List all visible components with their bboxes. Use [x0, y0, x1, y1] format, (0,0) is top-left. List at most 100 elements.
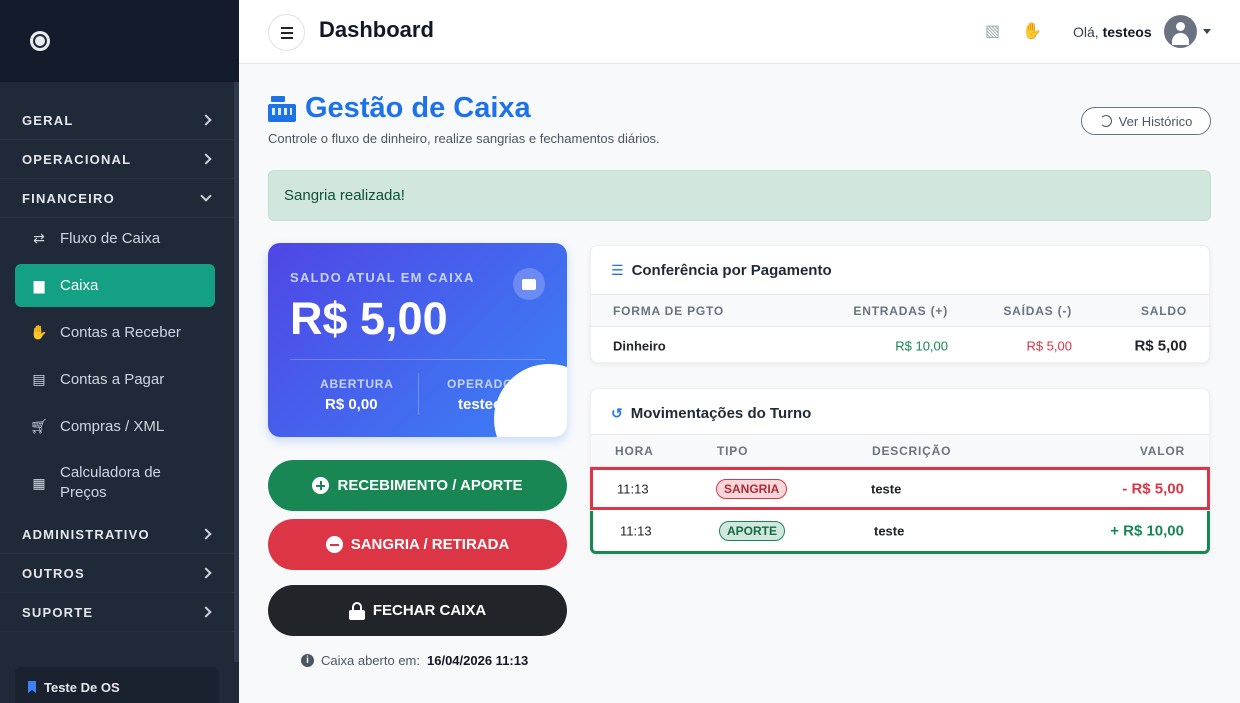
- table-row: 11:13 APORTE teste + R$ 10,00: [590, 511, 1210, 554]
- chevron-right-icon: [200, 528, 212, 540]
- table-header: HORA TIPO DESCRIÇÃO VALOR: [591, 434, 1209, 467]
- company-name: Teste De OS: [44, 679, 120, 695]
- payment-check-card: ☰ Conferência por Pagamento FORMA DE PGT…: [590, 245, 1210, 363]
- chevron-right-icon: [200, 153, 212, 165]
- hand-money-icon: ✋: [30, 324, 48, 340]
- payment-method: Dinheiro: [613, 338, 666, 354]
- history-icon: [1099, 115, 1112, 127]
- nav-section-administrativo[interactable]: ADMINISTRATIVO: [0, 515, 234, 554]
- nav-section-label: GERAL: [22, 112, 74, 128]
- invoice-icon: ▤: [32, 371, 46, 387]
- nav-section-label: ADMINISTRATIVO: [22, 526, 150, 542]
- chevron-down-icon: [200, 190, 212, 202]
- list-check-icon: ☰: [611, 261, 624, 278]
- table-row: Dinheiro R$ 10,00 R$ 5,00 R$ 5,00: [591, 327, 1209, 365]
- sidebar-item-label: Contas a Receber: [60, 324, 181, 341]
- balance-label: SALDO ATUAL EM CAIXA: [290, 270, 475, 285]
- table-header: FORMA DE PGTO ENTRADAS (+) SAÍDAS (-) SA…: [591, 294, 1209, 327]
- opening-label: ABERTURA: [320, 377, 394, 391]
- cash-register-icon: ▆: [33, 277, 45, 293]
- card-header: ☰ Conferência por Pagamento: [591, 246, 1209, 294]
- greeting-text: Olá,: [1073, 24, 1099, 40]
- sidebar-item-label: Calculadora de Preços: [60, 463, 161, 501]
- nav-section-outros[interactable]: OUTROS: [0, 554, 234, 593]
- sidebar-header: [0, 0, 239, 82]
- nav-section-financeiro[interactable]: FINANCEIRO: [0, 179, 234, 218]
- movement-type-badge: SANGRIA: [716, 478, 788, 499]
- caret-down-icon[interactable]: [1203, 29, 1211, 34]
- card-title: Conferência por Pagamento: [631, 261, 832, 279]
- nav-section-geral[interactable]: GERAL: [0, 101, 234, 140]
- movement-time: 11:13: [620, 523, 652, 539]
- balance-value: R$ 5,00: [1134, 337, 1187, 355]
- hamburger-icon-line: [280, 26, 293, 29]
- column-header: ENTRADAS (+): [853, 303, 948, 318]
- column-header: VALOR: [1139, 443, 1185, 458]
- history-icon: ↺: [611, 404, 623, 421]
- balance-value: R$ 5,00: [290, 293, 448, 344]
- nav-section-label: OUTROS: [22, 565, 85, 581]
- divider: [290, 359, 545, 360]
- close-register-label: FECHAR CAIXA: [372, 602, 487, 619]
- lock-icon: [348, 601, 365, 620]
- opened-at: 16/04/2026 11:13: [427, 653, 529, 668]
- sidebar-item-calculadora[interactable]: ▦ Calculadora de Preços: [0, 450, 234, 515]
- withdraw-label: SANGRIA / RETIRADA: [350, 536, 510, 553]
- sidebar-item-contas-a-pagar[interactable]: ▤ Contas a Pagar: [0, 356, 234, 403]
- receive-deposit-button[interactable]: RECEBIMENTO / APORTE: [268, 460, 567, 511]
- decorative-circle: [494, 364, 567, 437]
- success-alert: Sangria realizada!: [268, 170, 1211, 221]
- card-title: Movimentações do Turno: [630, 404, 812, 422]
- sidebar-item-fluxo-de-caixa[interactable]: ⇄ Fluxo de Caixa: [0, 218, 234, 259]
- calculator-icon: ▦: [32, 474, 46, 491]
- sidebar-nav: GERAL OPERACIONAL FINANCEIRO ⇄ Fluxo de …: [0, 101, 234, 632]
- sidebar-item-caixa[interactable]: ▆ Caixa: [15, 264, 215, 307]
- company-badge[interactable]: Teste De OS: [15, 667, 219, 703]
- nav-section-label: OPERACIONAL: [22, 151, 132, 167]
- sidebar-item-label: Caixa: [60, 277, 99, 294]
- wallet-icon: [513, 268, 545, 300]
- movement-description: teste: [874, 523, 905, 539]
- view-history-label: Ver Histórico: [1118, 113, 1193, 129]
- logo-icon[interactable]: [30, 31, 50, 51]
- topbar-shortcuts: ▧ ✋: [985, 21, 1042, 41]
- movement-value: + R$ 10,00: [1110, 522, 1184, 540]
- nav-section-label: FINANCEIRO: [22, 190, 115, 206]
- info-icon: i: [301, 654, 314, 667]
- username: testeos: [1102, 24, 1152, 40]
- column-header: HORA: [615, 443, 654, 458]
- register-opened-info: i Caixa aberto em: 16/04/2026 11:13: [301, 653, 528, 668]
- sidebar-item-contas-a-receber[interactable]: ✋ Contas a Receber: [0, 309, 234, 356]
- column-header: DESCRIÇÃO: [872, 443, 952, 458]
- hamburger-icon-line: [280, 31, 293, 34]
- user-greeting: Olá, testeos: [1073, 24, 1152, 40]
- view-history-button[interactable]: Ver Histórico: [1081, 107, 1211, 135]
- column-header: TIPO: [717, 443, 749, 458]
- avatar[interactable]: [1164, 15, 1197, 48]
- hand-money-icon[interactable]: ✋: [1022, 21, 1042, 41]
- column-header: SAÍDAS (-): [1003, 303, 1072, 318]
- sidebar-item-label: Contas a Pagar: [60, 371, 165, 388]
- close-register-button[interactable]: FECHAR CAIXA: [268, 585, 567, 636]
- menu-toggle-button[interactable]: [268, 14, 305, 51]
- opened-label: Caixa aberto em:: [321, 653, 420, 668]
- minus-circle-icon: [325, 536, 343, 553]
- exits-value: R$ 5,00: [1026, 338, 1072, 354]
- chevron-right-icon: [200, 567, 212, 579]
- sidebar-item-compras-xml[interactable]: 🛒︎ Compras / XML: [0, 403, 234, 450]
- nav-section-suporte[interactable]: SUPORTE: [0, 593, 234, 632]
- invoice-dollar-icon[interactable]: ▧: [985, 21, 1000, 41]
- sidebar-scrollbar[interactable]: [234, 82, 239, 662]
- entries-value: R$ 10,00: [895, 338, 948, 354]
- nav-section-operacional[interactable]: OPERACIONAL: [0, 140, 234, 179]
- balance-card: SALDO ATUAL EM CAIXA R$ 5,00 ABERTURA R$…: [268, 243, 567, 437]
- card-header: ↺ Movimentações do Turno: [591, 389, 1209, 437]
- page-subtitle: Controle o fluxo de dinheiro, realize sa…: [268, 131, 660, 146]
- withdraw-button[interactable]: SANGRIA / RETIRADA: [268, 519, 567, 570]
- bookmark-icon: [28, 681, 36, 693]
- movement-description: teste: [871, 481, 902, 496]
- divider: [418, 373, 419, 415]
- column-header: FORMA DE PGTO: [613, 303, 725, 318]
- table-row: 11:13 SANGRIA teste - R$ 5,00: [590, 467, 1210, 510]
- page-title-text: Gestão de Caixa: [305, 92, 531, 124]
